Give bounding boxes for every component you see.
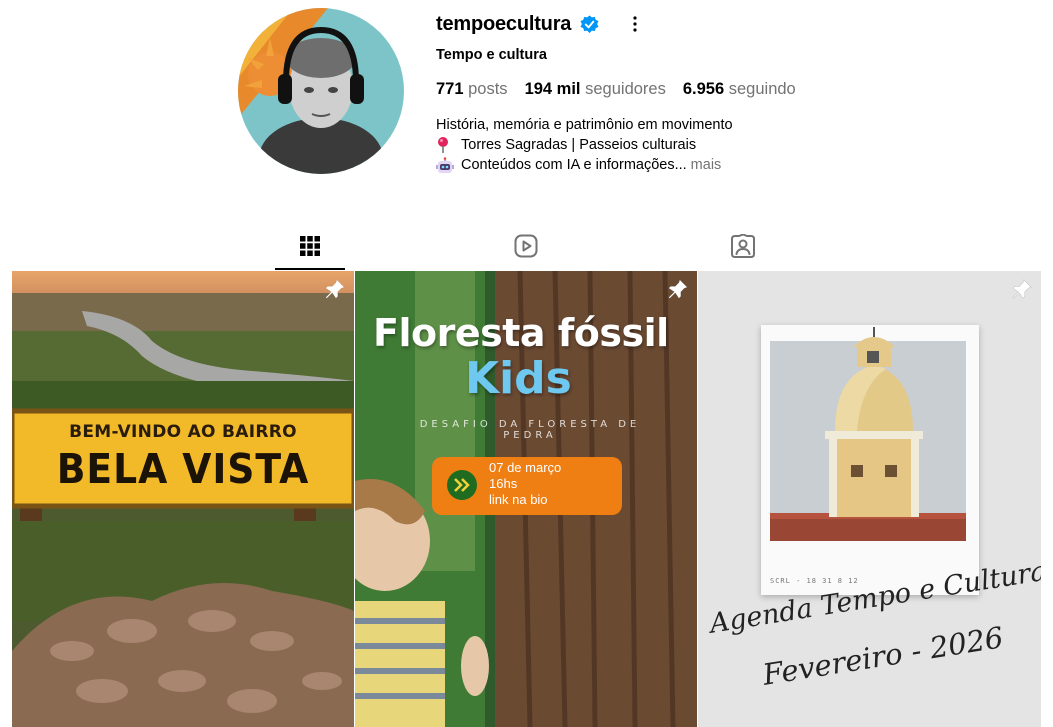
profile-info: tempoecultura <box>436 12 645 36</box>
following-count-value: 6.956 <box>682 80 725 98</box>
robot-icon <box>436 156 456 174</box>
bio-line: História, memória e patrimônio em movime… <box>436 115 733 135</box>
round-pushpin-icon <box>436 136 456 154</box>
post-tile[interactable]: SCRL - 18 31 8 12 Agenda Tempo e Cultura… <box>698 271 1041 727</box>
pinned-post-icon <box>324 279 346 301</box>
event-info: 07 de março 16hs link na bio <box>489 460 562 507</box>
reels-icon <box>514 234 538 263</box>
polaroid-caption: SCRL - 18 31 8 12 <box>770 577 859 585</box>
profile-tabs <box>0 226 1053 270</box>
tab-tagged[interactable] <box>708 226 778 270</box>
grid-icon <box>299 235 321 262</box>
profile-bio: História, memória e patrimônio em movime… <box>436 115 733 175</box>
tab-posts[interactable] <box>275 226 345 270</box>
username-row: tempoecultura <box>436 12 645 36</box>
following-label: seguindo <box>728 80 796 98</box>
post-tile[interactable]: Floresta fóssil Kids DESAFIO DA FLORESTA… <box>355 271 697 727</box>
polaroid-frame <box>761 325 979 595</box>
post-title-line2: Kids <box>465 353 572 404</box>
posts-count: 771 posts <box>436 80 508 99</box>
bio-text: Conteúdos com IA e informações... <box>461 157 687 173</box>
avatar-image <box>238 8 404 174</box>
profile-stats: 771 posts 194 mil seguidores 6.956 segui… <box>436 80 813 99</box>
posts-count-value: 771 <box>436 80 464 98</box>
verified-badge-icon <box>580 14 599 34</box>
username: tempoecultura <box>436 12 572 35</box>
sign-line1: BEM-VINDO AO BAIRRO <box>69 422 297 442</box>
post-image <box>12 271 354 727</box>
church-tower-photo <box>770 327 966 541</box>
pinned-post-icon <box>667 279 689 301</box>
bio-more-button[interactable]: mais <box>691 155 722 175</box>
followers-link[interactable]: 194 mil seguidores <box>525 80 666 99</box>
bio-text: História, memória e patrimônio em movime… <box>436 117 733 133</box>
following-link[interactable]: 6.956 seguindo <box>683 80 796 99</box>
tagged-icon <box>731 233 755 263</box>
post-subtitle: DESAFIO DA FLORESTA DE PEDRA <box>419 419 641 441</box>
bio-line: Torres Sagradas | Passeios culturais <box>436 135 733 155</box>
more-options-icon[interactable] <box>625 14 645 34</box>
tab-reels[interactable] <box>491 226 561 270</box>
followers-count-value: 194 mil <box>524 80 581 98</box>
posts-grid: BEM-VINDO AO BAIRRO BELA VISTA Floresta … <box>12 271 1041 727</box>
profile-full-name: Tempo e cultura <box>436 47 547 63</box>
post-tile[interactable]: BEM-VINDO AO BAIRRO BELA VISTA <box>12 271 354 727</box>
sign-line2: BELA VISTA <box>56 445 310 493</box>
profile-avatar[interactable] <box>238 8 404 174</box>
followers-label: seguidores <box>585 80 666 98</box>
bio-text: Torres Sagradas | Passeios culturais <box>461 137 697 153</box>
pinned-post-icon <box>1011 279 1033 301</box>
posts-count-label: posts <box>468 80 508 98</box>
bio-line: Conteúdos com IA e informações... mais <box>436 155 733 175</box>
post-title-line1: Floresta fóssil <box>373 311 669 355</box>
double-chevron-right-icon <box>447 470 477 500</box>
